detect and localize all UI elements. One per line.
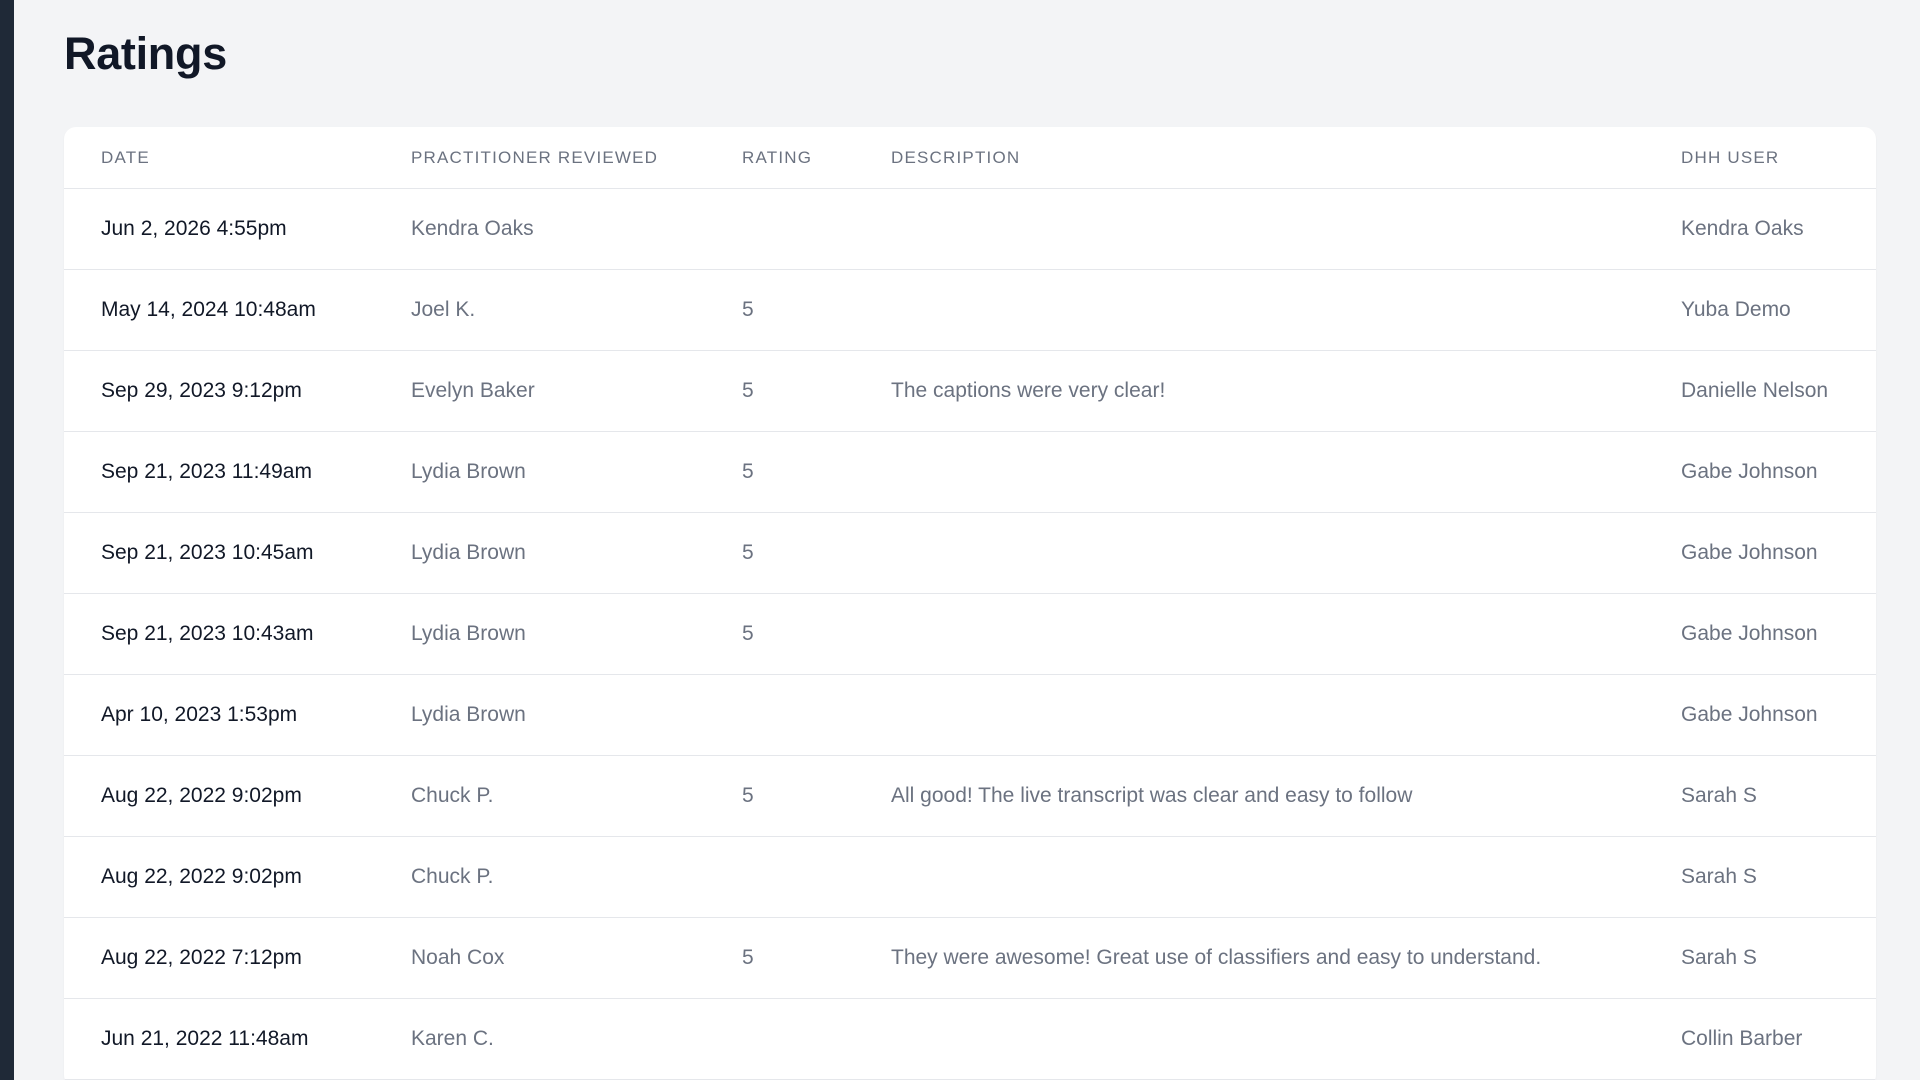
table-row[interactable]: Aug 22, 2022 7:12pm Noah Cox 5 They were…: [64, 917, 1876, 999]
cell-practitioner: Karen C.: [411, 998, 742, 1080]
table-header-row: DATE PRACTITIONER REVIEWED RATING DESCRI…: [64, 127, 1876, 189]
cell-user: Gabe Johnson: [1681, 512, 1876, 594]
app-window: Ratings DATE PRACTITIONER REVIEWED RATIN…: [0, 0, 1920, 1080]
cell-practitioner: Chuck P.: [411, 836, 742, 918]
column-header-date[interactable]: DATE: [64, 127, 411, 189]
cell-description: [891, 431, 1681, 513]
cell-rating: 5: [742, 512, 891, 594]
cell-description: [891, 269, 1681, 351]
cell-user: Collin Barber: [1681, 998, 1876, 1080]
table-row[interactable]: Jun 21, 2022 11:48am Karen C. Collin Bar…: [64, 998, 1876, 1080]
table-row[interactable]: Aug 22, 2022 9:02pm Chuck P. Sarah S: [64, 836, 1876, 918]
table-row[interactable]: Apr 10, 2023 1:53pm Lydia Brown Gabe Joh…: [64, 674, 1876, 756]
column-header-description[interactable]: DESCRIPTION: [891, 127, 1681, 189]
cell-date: Sep 29, 2023 9:12pm: [64, 350, 411, 432]
cell-user: Kendra Oaks: [1681, 188, 1876, 270]
table-row[interactable]: Sep 21, 2023 10:43am Lydia Brown 5 Gabe …: [64, 593, 1876, 675]
cell-user: Yuba Demo: [1681, 269, 1876, 351]
column-header-practitioner[interactable]: PRACTITIONER REVIEWED: [411, 127, 742, 189]
cell-rating: 5: [742, 593, 891, 675]
cell-rating: [742, 674, 891, 756]
cell-practitioner: Noah Cox: [411, 917, 742, 999]
ratings-table: DATE PRACTITIONER REVIEWED RATING DESCRI…: [64, 127, 1876, 1080]
table-row[interactable]: Aug 22, 2022 9:02pm Chuck P. 5 All good!…: [64, 755, 1876, 837]
cell-practitioner: Evelyn Baker: [411, 350, 742, 432]
cell-user: Sarah S: [1681, 836, 1876, 918]
cell-date: Aug 22, 2022 7:12pm: [64, 917, 411, 999]
cell-user: Sarah S: [1681, 755, 1876, 837]
column-header-rating[interactable]: RATING: [742, 127, 891, 189]
cell-date: Jun 2, 2026 4:55pm: [64, 188, 411, 270]
cell-description: [891, 836, 1681, 918]
cell-user: Gabe Johnson: [1681, 431, 1876, 513]
main-content: Ratings DATE PRACTITIONER REVIEWED RATIN…: [14, 0, 1920, 1080]
sidebar-rail: [0, 0, 14, 1080]
cell-rating: 5: [742, 755, 891, 837]
cell-date: Jun 21, 2022 11:48am: [64, 998, 411, 1080]
cell-practitioner: Chuck P.: [411, 755, 742, 837]
cell-practitioner: Joel K.: [411, 269, 742, 351]
cell-rating: [742, 836, 891, 918]
cell-date: Aug 22, 2022 9:02pm: [64, 755, 411, 837]
cell-user: Sarah S: [1681, 917, 1876, 999]
table-row[interactable]: Jun 2, 2026 4:55pm Kendra Oaks Kendra Oa…: [64, 188, 1876, 270]
cell-date: Sep 21, 2023 11:49am: [64, 431, 411, 513]
cell-description: They were awesome! Great use of classifi…: [891, 917, 1681, 999]
column-header-user[interactable]: DHH USER: [1681, 127, 1876, 189]
table-row[interactable]: Sep 29, 2023 9:12pm Evelyn Baker 5 The c…: [64, 350, 1876, 432]
cell-date: Sep 21, 2023 10:45am: [64, 512, 411, 594]
table-row[interactable]: Sep 21, 2023 11:49am Lydia Brown 5 Gabe …: [64, 431, 1876, 513]
cell-rating: 5: [742, 431, 891, 513]
cell-description: [891, 188, 1681, 270]
table-row[interactable]: May 14, 2024 10:48am Joel K. 5 Yuba Demo: [64, 269, 1876, 351]
cell-practitioner: Kendra Oaks: [411, 188, 742, 270]
cell-rating: 5: [742, 269, 891, 351]
cell-rating: [742, 188, 891, 270]
cell-practitioner: Lydia Brown: [411, 593, 742, 675]
cell-description: [891, 593, 1681, 675]
cell-description: [891, 512, 1681, 594]
cell-date: Apr 10, 2023 1:53pm: [64, 674, 411, 756]
page-title: Ratings: [64, 28, 227, 79]
cell-date: Sep 21, 2023 10:43am: [64, 593, 411, 675]
cell-rating: [742, 998, 891, 1080]
cell-date: Aug 22, 2022 9:02pm: [64, 836, 411, 918]
cell-user: Gabe Johnson: [1681, 593, 1876, 675]
cell-user: Gabe Johnson: [1681, 674, 1876, 756]
cell-practitioner: Lydia Brown: [411, 431, 742, 513]
cell-description: All good! The live transcript was clear …: [891, 755, 1681, 837]
cell-date: May 14, 2024 10:48am: [64, 269, 411, 351]
cell-practitioner: Lydia Brown: [411, 674, 742, 756]
cell-description: [891, 674, 1681, 756]
ratings-table-card: DATE PRACTITIONER REVIEWED RATING DESCRI…: [64, 127, 1876, 1080]
cell-practitioner: Lydia Brown: [411, 512, 742, 594]
cell-rating: 5: [742, 350, 891, 432]
cell-description: The captions were very clear!: [891, 350, 1681, 432]
cell-user: Danielle Nelson: [1681, 350, 1876, 432]
cell-description: [891, 998, 1681, 1080]
cell-rating: 5: [742, 917, 891, 999]
table-row[interactable]: Sep 21, 2023 10:45am Lydia Brown 5 Gabe …: [64, 512, 1876, 594]
